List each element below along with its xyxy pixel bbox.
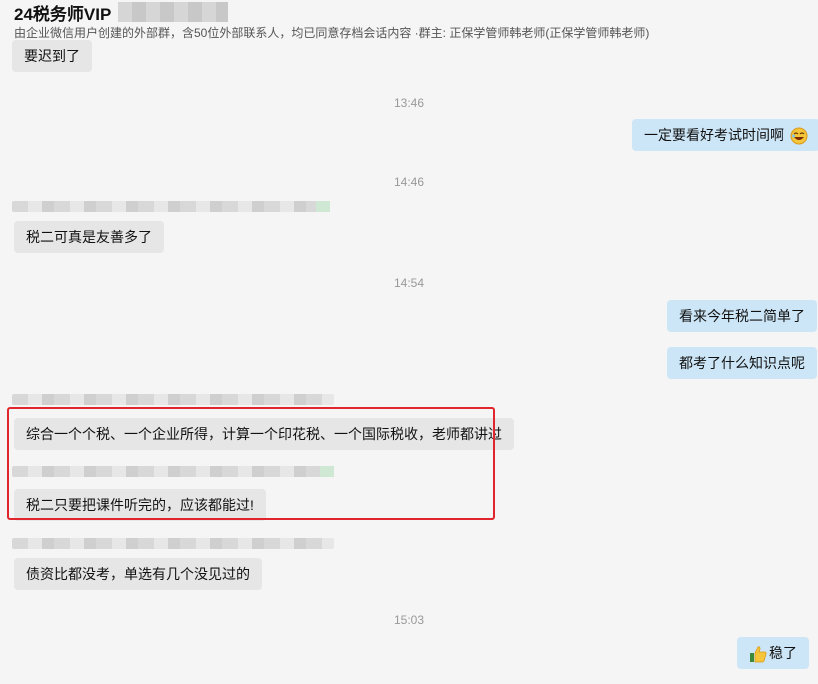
blurred-sender-name xyxy=(12,394,334,405)
highlight-box xyxy=(7,407,495,520)
message-text: 一定要看好考试时间啊 xyxy=(644,127,784,143)
message-text: 稳了 xyxy=(769,645,797,661)
laughing-face-icon xyxy=(790,127,808,145)
message-bubble[interactable]: 债资比都没考，单选有几个没见过的 xyxy=(14,558,262,590)
message-bubble-outgoing[interactable]: 稳了 xyxy=(737,637,809,669)
thumbs-up-icon xyxy=(749,645,767,663)
timestamp: 13:46 xyxy=(0,96,818,110)
timestamp: 15:03 xyxy=(0,613,818,627)
group-title[interactable]: 24税务师VIP xyxy=(14,0,111,25)
message-bubble[interactable]: 税二可真是友善多了 xyxy=(14,221,164,253)
message-bubble-outgoing[interactable]: 一定要看好考试时间啊 xyxy=(632,119,818,151)
blurred-title-suffix xyxy=(118,2,228,22)
blurred-sender-name xyxy=(12,538,334,549)
group-subtitle: 由企业微信用户创建的外部群，含50位外部联系人，均已同意存档会话内容 ·群主: … xyxy=(14,24,649,41)
message-list[interactable]: 要迟到了 13:46 一定要看好考试时间啊 14:46 税二可真是友善多了 14… xyxy=(0,44,818,684)
timestamp: 14:46 xyxy=(0,175,818,189)
message-bubble[interactable]: 要迟到了 xyxy=(12,40,92,72)
chat-header: 24税务师VIP 由企业微信用户创建的外部群，含50位外部联系人，均已同意存档会… xyxy=(0,0,818,44)
timestamp: 14:54 xyxy=(0,276,818,290)
blurred-sender-name xyxy=(12,201,330,212)
message-bubble-outgoing[interactable]: 都考了什么知识点呢 xyxy=(667,347,817,379)
message-bubble-outgoing[interactable]: 看来今年税二简单了 xyxy=(667,300,817,332)
